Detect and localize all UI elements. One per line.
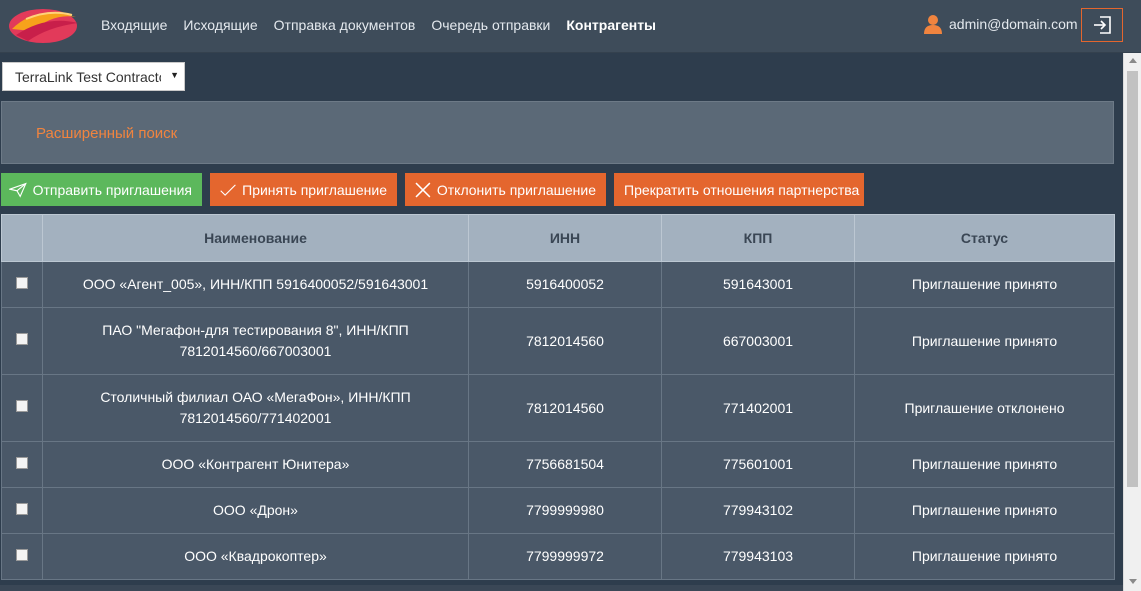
user-icon bbox=[924, 15, 942, 34]
row-checkbox[interactable] bbox=[16, 549, 28, 561]
organization-select-value: TerraLink Test Contractor bbox=[15, 69, 161, 85]
decline-invitation-button[interactable]: Отклонить приглашение bbox=[405, 173, 606, 206]
column-header-kpp[interactable]: КПП bbox=[661, 214, 855, 262]
row-checkbox-cell bbox=[1, 307, 43, 375]
scroll-down-icon[interactable] bbox=[1129, 579, 1137, 584]
terminate-partnership-label: Прекратить отношения партнерства bbox=[624, 181, 860, 198]
table-overflow-edge bbox=[0, 585, 1123, 591]
cell-status: Приглашение принято bbox=[854, 261, 1115, 308]
scroll-thumb[interactable] bbox=[1127, 71, 1138, 487]
cell-inn: 7799999980 bbox=[468, 487, 662, 534]
send-invitations-label: Отправить приглашения bbox=[32, 181, 192, 198]
cell-inn: 7812014560 bbox=[468, 374, 662, 442]
row-checkbox[interactable] bbox=[16, 503, 28, 515]
table-header-row: Наименование ИНН КПП Статус bbox=[1, 214, 1115, 262]
cell-kpp: 771402001 bbox=[661, 374, 855, 442]
row-checkbox-cell bbox=[1, 533, 43, 580]
accept-invitation-label: Принять приглашение bbox=[242, 181, 387, 198]
main-nav: Входящие Исходящие Отправка документов О… bbox=[101, 17, 656, 33]
row-checkbox[interactable] bbox=[16, 333, 28, 345]
row-checkbox-cell bbox=[1, 374, 43, 442]
select-all-header bbox=[1, 214, 43, 262]
table-row[interactable]: ООО «Агент_005», ИНН/КПП 5916400052/5916… bbox=[1, 261, 1115, 308]
cell-name: ООО «Агент_005», ИНН/КПП 5916400052/5916… bbox=[42, 261, 469, 308]
scroll-up-icon[interactable] bbox=[1129, 58, 1137, 63]
nav-outgoing[interactable]: Исходящие bbox=[183, 17, 257, 33]
column-header-name[interactable]: Наименование bbox=[42, 214, 469, 262]
table-row[interactable]: ООО «Квадрокоптер» 7799999972 779943103 … bbox=[1, 533, 1115, 580]
cell-kpp: 775601001 bbox=[661, 441, 855, 488]
logout-icon bbox=[1094, 16, 1111, 34]
vertical-scrollbar[interactable] bbox=[1123, 53, 1141, 591]
top-navbar: Входящие Исходящие Отправка документов О… bbox=[0, 0, 1141, 53]
table-row[interactable]: ООО «Дрон» 7799999980 779943102 Приглаше… bbox=[1, 487, 1115, 534]
cell-name: ПАО "Мегафон-для тестирования 8", ИНН/КП… bbox=[42, 307, 469, 375]
cell-status: Приглашение принято bbox=[854, 307, 1115, 375]
cell-name: ООО «Контрагент Юнитера» bbox=[42, 441, 469, 488]
advanced-search-toggle[interactable]: Расширенный поиск bbox=[36, 125, 177, 142]
cell-name: Столичный филиал ОАО «МегаФон», ИНН/КПП … bbox=[42, 374, 469, 442]
user-email: admin@domain.com bbox=[949, 16, 1078, 32]
checkmark-icon bbox=[220, 183, 236, 196]
cell-kpp: 779943102 bbox=[661, 487, 855, 534]
cell-status: Приглашение принято bbox=[854, 533, 1115, 580]
cell-inn: 7812014560 bbox=[468, 307, 662, 375]
row-checkbox-cell bbox=[1, 441, 43, 488]
nav-send-documents[interactable]: Отправка документов bbox=[274, 17, 416, 33]
cell-name: ООО «Дрон» bbox=[42, 487, 469, 534]
terminate-partnership-button[interactable]: Прекратить отношения партнерства bbox=[614, 173, 864, 206]
row-checkbox[interactable] bbox=[16, 457, 28, 469]
advanced-search-panel[interactable]: Расширенный поиск bbox=[1, 101, 1114, 164]
chevron-down-icon: ▼ bbox=[170, 70, 179, 80]
paper-plane-icon bbox=[9, 182, 27, 198]
nav-incoming[interactable]: Входящие bbox=[101, 17, 167, 33]
row-checkbox[interactable] bbox=[16, 400, 28, 412]
table-row[interactable]: ООО «Контрагент Юнитера» 7756681504 7756… bbox=[1, 441, 1115, 488]
cell-kpp: 779943103 bbox=[661, 533, 855, 580]
cell-kpp: 591643001 bbox=[661, 261, 855, 308]
app-logo[interactable] bbox=[6, 5, 80, 47]
user-menu[interactable]: admin@domain.com bbox=[924, 14, 1078, 34]
accept-invitation-button[interactable]: Принять приглашение bbox=[210, 173, 397, 206]
nav-contractors[interactable]: Контрагенты bbox=[566, 17, 656, 33]
cell-inn: 5916400052 bbox=[468, 261, 662, 308]
cell-inn: 7756681504 bbox=[468, 441, 662, 488]
cell-kpp: 667003001 bbox=[661, 307, 855, 375]
cell-status: Приглашение отклонено bbox=[854, 374, 1115, 442]
row-checkbox-cell bbox=[1, 487, 43, 534]
cell-name: ООО «Квадрокоптер» bbox=[42, 533, 469, 580]
logout-button[interactable] bbox=[1081, 8, 1123, 42]
decline-invitation-label: Отклонить приглашение bbox=[436, 181, 596, 198]
close-icon bbox=[415, 182, 431, 197]
send-invitations-button[interactable]: Отправить приглашения bbox=[1, 173, 202, 206]
row-checkbox-cell bbox=[1, 261, 43, 308]
column-header-inn[interactable]: ИНН bbox=[468, 214, 662, 262]
table-row[interactable]: Столичный филиал ОАО «МегаФон», ИНН/КПП … bbox=[1, 374, 1115, 442]
nav-send-queue[interactable]: Очередь отправки bbox=[431, 17, 550, 33]
cell-status: Приглашение принято bbox=[854, 441, 1115, 488]
contractors-table: Наименование ИНН КПП Статус ООО «Агент_0… bbox=[1, 214, 1115, 580]
column-header-status[interactable]: Статус bbox=[854, 214, 1115, 262]
cell-inn: 7799999972 bbox=[468, 533, 662, 580]
organization-select[interactable]: TerraLink Test Contractor ▼ bbox=[2, 62, 185, 91]
row-checkbox[interactable] bbox=[16, 277, 28, 289]
table-row[interactable]: ПАО "Мегафон-для тестирования 8", ИНН/КП… bbox=[1, 307, 1115, 375]
cell-status: Приглашение принято bbox=[854, 487, 1115, 534]
